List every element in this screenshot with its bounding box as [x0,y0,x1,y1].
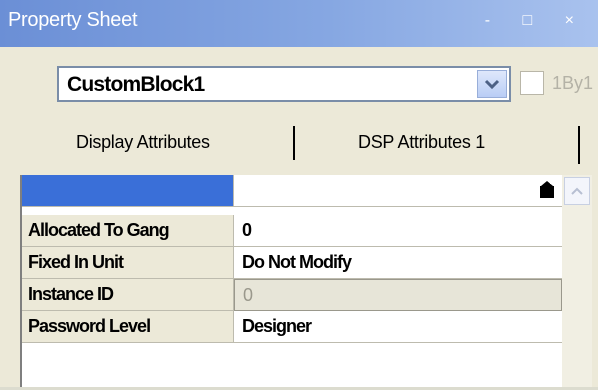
one-by-one-label: 1By1 [552,73,594,93]
property-value[interactable]: Designer [234,311,562,343]
property-name[interactable]: Fixed In Unit [22,247,234,279]
property-row[interactable]: Password Level Designer [22,311,562,343]
tab-separator [578,126,580,164]
window-controls[interactable]: - □ × [485,12,588,30]
property-row[interactable]: Allocated To Gang 0 [22,215,562,247]
property-row[interactable] [22,175,562,207]
property-value-disabled: 0 [234,279,562,311]
object-selector-value: CustomBlock1 [67,73,205,96]
property-sheet-window: Property Sheet - □ × CustomBlock1 1By1 D… [0,0,598,390]
tab-dsp-attributes-1[interactable]: DSP Attributes 1 [358,132,485,153]
property-name[interactable]: Allocated To Gang [22,215,234,247]
chevron-down-icon [484,79,500,90]
one-by-one-checkbox[interactable] [520,71,544,95]
value-dropdown-button[interactable] [536,179,558,201]
dropdown-icon [540,181,555,198]
chevron-up-icon [571,187,583,195]
property-value[interactable]: 0 [234,215,562,247]
combo-dropdown-button[interactable] [477,70,507,98]
tab-separator [293,126,295,160]
property-grid: Allocated To Gang 0 Fixed In Unit Do Not… [20,175,592,390]
property-name[interactable]: Password Level [22,311,234,343]
object-selector-combo[interactable]: CustomBlock1 [57,66,511,102]
tab-display-attributes[interactable]: Display Attributes [76,132,210,153]
property-row[interactable]: Instance ID 0 [22,279,562,311]
property-value[interactable]: Do Not Modify [234,247,562,279]
property-name[interactable]: Instance ID [22,279,234,311]
title-bar[interactable]: Property Sheet - □ × [0,0,598,47]
property-name[interactable] [22,175,234,207]
window-title: Property Sheet [8,9,138,31]
scroll-up-button[interactable] [564,177,590,205]
vertical-scrollbar[interactable] [562,175,592,390]
property-value-field[interactable] [234,175,562,207]
property-row[interactable]: Fixed In Unit Do Not Modify [22,247,562,279]
